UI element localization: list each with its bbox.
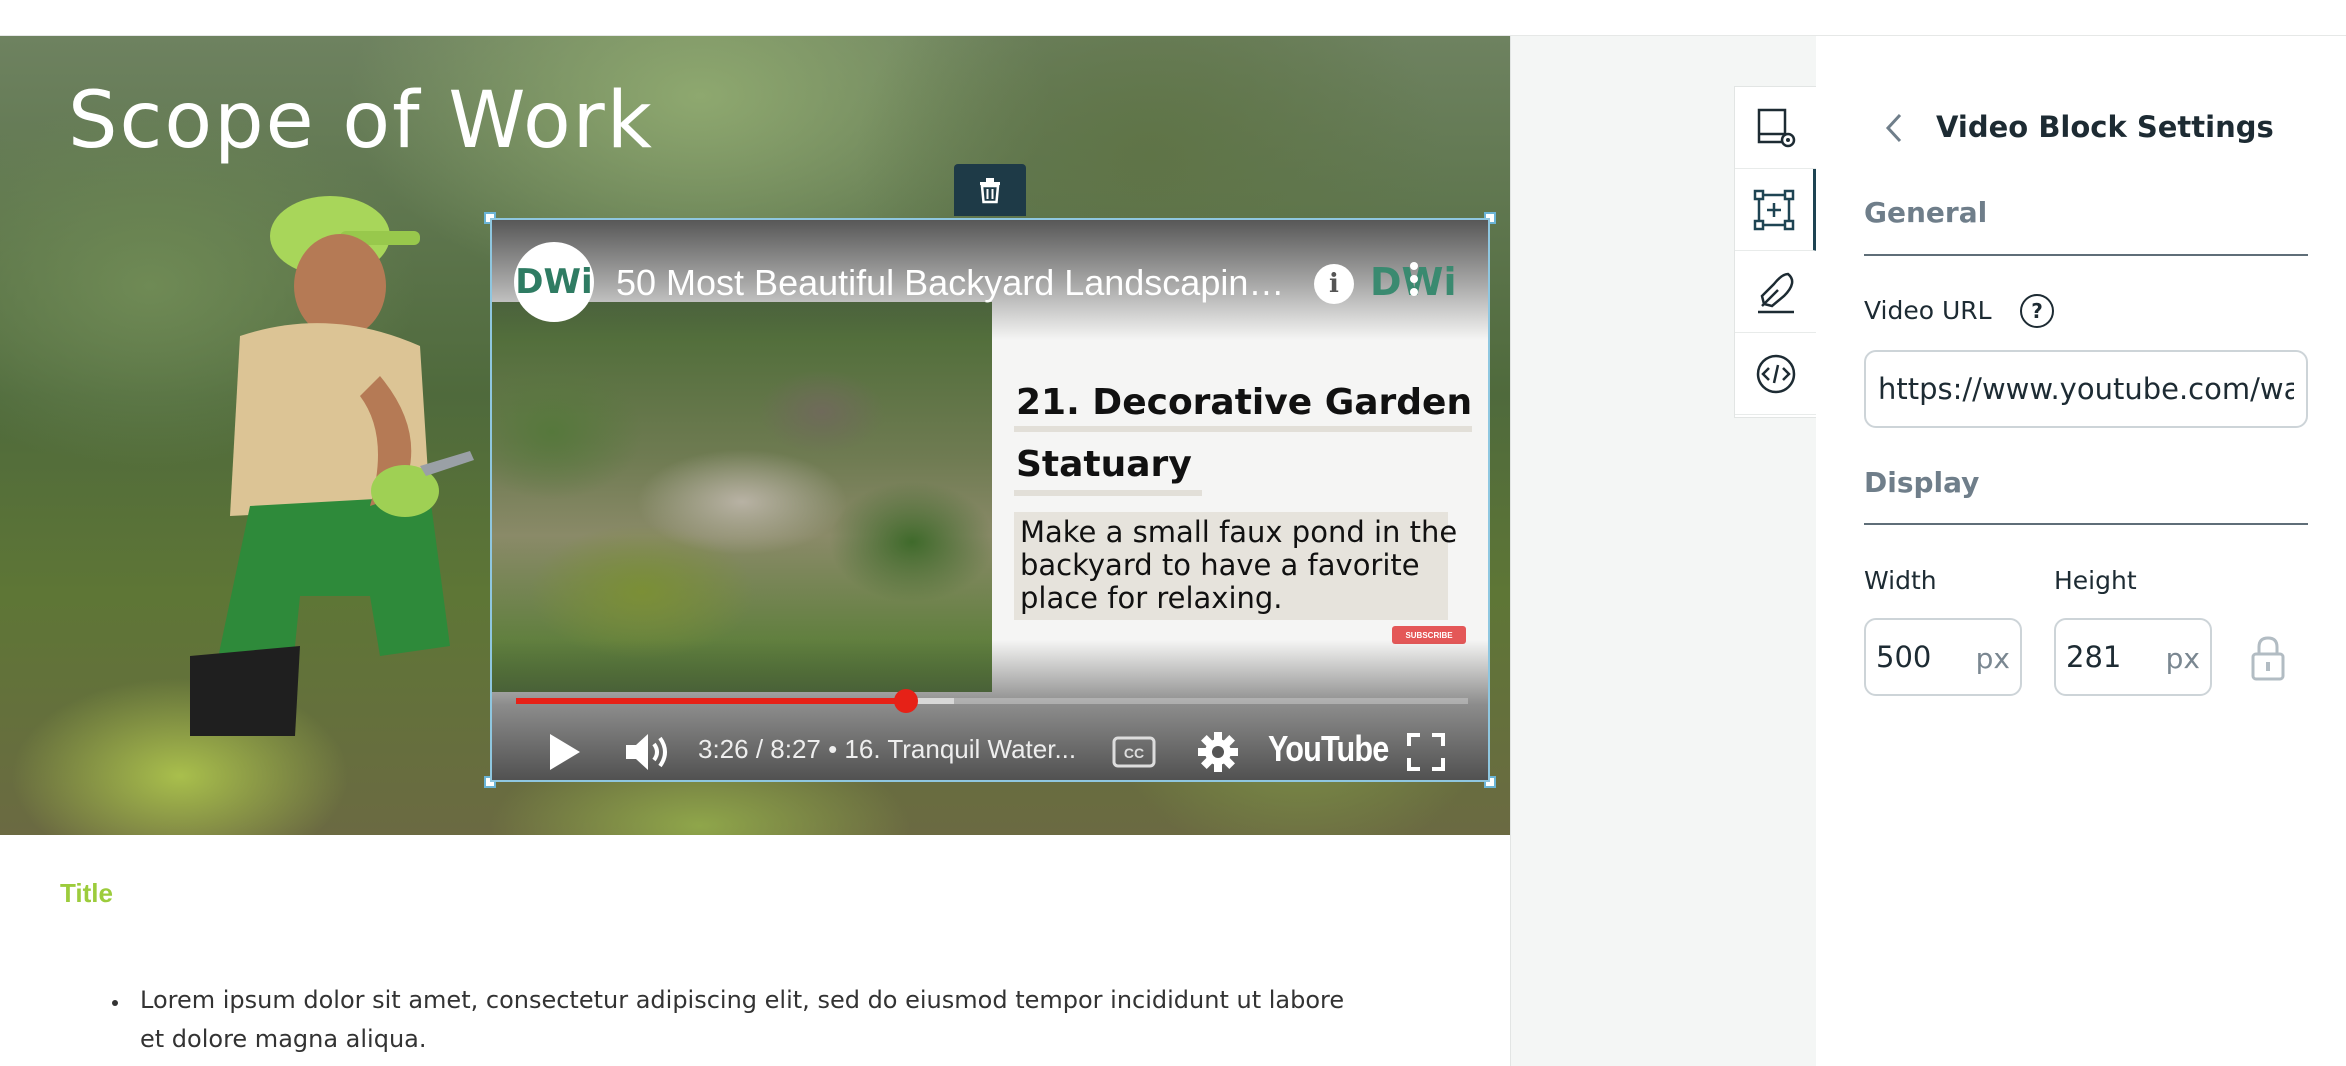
section-heading-general: General: [1864, 196, 1988, 229]
list-bullet: [112, 1000, 118, 1006]
help-icon[interactable]: ?: [2020, 294, 2054, 328]
divider: [1864, 254, 2308, 256]
panel-title: Video Block Settings: [1936, 110, 2274, 144]
channel-avatar[interactable]: DWi: [514, 242, 594, 322]
height-unit: px: [2165, 642, 2200, 675]
video-title[interactable]: 50 Most Beautiful Backyard Landscaping..…: [616, 262, 1296, 304]
tool-add-block[interactable]: [1735, 169, 1817, 251]
add-block-icon: [1753, 189, 1795, 230]
slide-heading: 21. Decorative Garden Statuary: [1016, 382, 1473, 485]
info-icon[interactable]: i: [1314, 264, 1354, 304]
video-controls: 3:26 / 8:27 • 16. Tranquil Water... CC Y…: [492, 720, 1488, 780]
youtube-logo[interactable]: YouTube: [1268, 728, 1389, 770]
progress-played: [516, 698, 907, 704]
width-field[interactable]: px: [1864, 618, 2022, 696]
code-embed-icon: [1756, 354, 1796, 393]
settings-gear-icon[interactable]: [1196, 730, 1240, 774]
divider: [1864, 523, 2308, 525]
fullscreen-icon[interactable]: [1406, 732, 1446, 772]
svg-text:CC: CC: [1124, 745, 1144, 761]
settings-panel: [1816, 36, 2346, 1066]
video-url-label: Video URL: [1864, 296, 1992, 325]
design-pen-icon: [1758, 272, 1794, 313]
tool-code[interactable]: [1735, 333, 1817, 415]
section-heading-display: Display: [1864, 466, 1980, 499]
more-options-icon[interactable]: [1410, 262, 1418, 302]
tool-rail: [1734, 86, 1817, 418]
editor-canvas: Scope of Work 21. Decorative Garden Stat…: [0, 36, 1510, 1066]
width-label: Width: [1864, 566, 1937, 595]
section-title[interactable]: Title: [60, 878, 113, 909]
lock-icon: [2251, 636, 2285, 681]
top-bar: [0, 0, 2346, 36]
video-url-input[interactable]: [1864, 350, 2308, 428]
height-label: Height: [2054, 566, 2137, 595]
video-time: 3:26 / 8:27 • 16. Tranquil Water...: [698, 734, 1077, 764]
play-icon[interactable]: [544, 730, 584, 774]
volume-icon[interactable]: [622, 730, 672, 774]
delete-block-button[interactable]: [954, 164, 1026, 216]
captions-icon[interactable]: CC: [1112, 736, 1156, 768]
hero-title[interactable]: Scope of Work: [68, 76, 654, 166]
list-item-text[interactable]: Lorem ipsum dolor sit amet, consectetur …: [140, 981, 1360, 1059]
chevron-left-icon: [1885, 113, 1902, 143]
tool-page-settings[interactable]: [1735, 87, 1817, 169]
trash-icon: [980, 178, 1000, 204]
back-button[interactable]: [1876, 108, 1912, 148]
width-input[interactable]: [1876, 636, 1966, 678]
gardener-image: [190, 196, 474, 736]
video-progress-bar[interactable]: [516, 689, 1468, 713]
width-unit: px: [1975, 642, 2010, 675]
slide-text: Make a small faux pond in the backyard t…: [1020, 515, 1458, 615]
page-settings-icon: [1757, 108, 1796, 147]
height-field[interactable]: px: [2054, 618, 2212, 696]
height-input[interactable]: [2066, 636, 2156, 678]
tool-design[interactable]: [1735, 251, 1817, 333]
video-embed[interactable]: 21. Decorative Garden Statuary Make a sm…: [490, 218, 1490, 782]
aspect-lock-button[interactable]: [2250, 634, 2286, 682]
video-thumbnail-image: [492, 302, 992, 692]
